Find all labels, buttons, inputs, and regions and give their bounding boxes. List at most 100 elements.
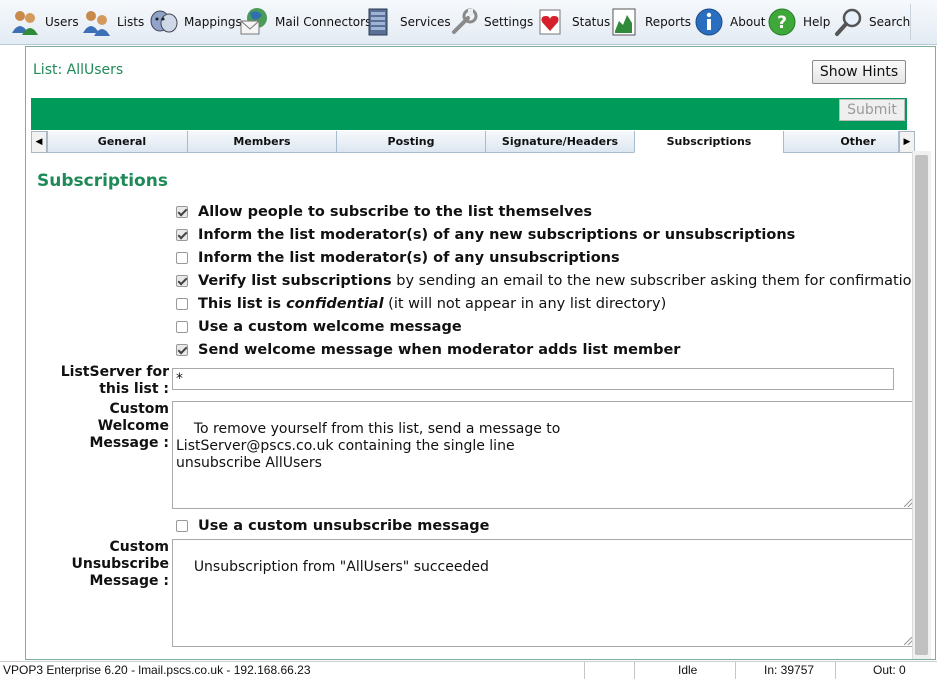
option-confidential: This list is confidential (it will not a… <box>176 294 666 314</box>
verify-checkbox[interactable] <box>176 275 188 287</box>
toolbar-label: Mappings <box>184 15 242 29</box>
mappings-icon <box>149 7 179 37</box>
option-label: Use a custom unsubscribe message <box>198 518 490 534</box>
svg-text:?: ? <box>777 13 787 33</box>
status-state: Idle <box>678 663 698 677</box>
toolbar-label: Status <box>572 15 611 29</box>
unsubscribe-message-textarea[interactable]: Unsubscription from "AllUsers" succeeded <box>172 539 914 647</box>
users-icon <box>10 7 40 37</box>
toolbar-users-button[interactable]: Users <box>10 4 79 40</box>
show-hints-button[interactable]: Show Hints <box>812 60 906 84</box>
toolbar-status-button[interactable]: Status <box>537 4 610 40</box>
option-label-italic: confidential <box>286 296 384 312</box>
tab-subscriptions[interactable]: Subscriptions <box>634 131 784 153</box>
tab-label: Subscriptions <box>666 135 752 148</box>
toolbar-help-button[interactable]: ? Help <box>768 4 830 40</box>
submit-button[interactable]: Submit <box>839 99 905 121</box>
status-divider <box>584 662 585 679</box>
send-welcome-checkbox[interactable] <box>176 344 188 356</box>
toolbar-reports-button[interactable]: Reports <box>610 4 691 40</box>
mail-connectors-icon <box>240 7 270 37</box>
resize-grip-icon[interactable] <box>904 499 912 507</box>
label-line: Message : <box>89 573 169 589</box>
label-line: Custom <box>109 401 169 417</box>
toolbar-label: Mail Connectors <box>275 15 372 29</box>
status-divider <box>634 662 635 679</box>
inform-unsub-checkbox[interactable] <box>176 252 188 264</box>
action-bar <box>31 98 907 130</box>
welcome-message-textarea[interactable]: To remove yourself from this list, send … <box>172 401 914 509</box>
tab-signature-headers[interactable]: Signature/Headers <box>485 131 635 153</box>
textarea-text: Unsubscription from "AllUsers" succeeded <box>193 559 489 575</box>
tab-label: Signature/Headers <box>501 135 619 148</box>
toolbar-label: Reports <box>645 15 692 29</box>
toolbar-label: Settings <box>484 15 534 29</box>
label-line: ListServer for <box>60 364 169 380</box>
list-title: List: AllUsers <box>33 62 124 78</box>
toolbar-settings-button[interactable]: Settings <box>449 4 533 40</box>
search-icon <box>834 7 864 37</box>
tab-strip: ◀ General Members Posting Signature/Head… <box>31 131 915 153</box>
option-label: Allow people to subscribe to the list th… <box>198 204 593 220</box>
option-inform-unsub: Inform the list moderator(s) of any unsu… <box>176 248 620 268</box>
toolbar-label: Help <box>803 15 831 29</box>
option-allow-subscribe: Allow people to subscribe to the list th… <box>176 202 592 222</box>
textarea-text: To remove yourself from this list, send … <box>176 421 561 471</box>
toolbar-label: Search <box>869 15 911 29</box>
option-label: Inform the list moderator(s) of any new … <box>198 227 796 243</box>
status-app-info: VPOP3 Enterprise 6.20 - lmail.pscs.co.uk… <box>3 663 311 677</box>
tab-scroll-left-button[interactable]: ◀ <box>31 131 47 153</box>
toolbar-lists-button[interactable]: Lists <box>82 4 144 40</box>
label-line: Message : <box>89 435 169 451</box>
label-line: Custom <box>109 539 169 555</box>
status-icon <box>537 7 567 37</box>
welcome-message-label: Custom Welcome Message : <box>89 401 169 452</box>
tab-general[interactable]: General <box>47 131 197 153</box>
option-label: Use a custom welcome message <box>198 319 462 335</box>
scrollbar-thumb[interactable] <box>915 155 928 655</box>
toolbar-mappings-button[interactable]: Mappings <box>149 4 242 40</box>
about-icon <box>695 7 725 37</box>
tab-posting[interactable]: Posting <box>336 131 486 153</box>
allow-subscribe-checkbox[interactable] <box>176 206 188 218</box>
listserver-input[interactable] <box>172 368 894 390</box>
lists-icon <box>82 7 112 37</box>
option-label-rest: (it will not appear in any list director… <box>383 296 667 312</box>
toolbar-about-button[interactable]: About <box>695 4 765 40</box>
custom-unsub-checkbox[interactable] <box>176 520 188 532</box>
inform-new-checkbox[interactable] <box>176 229 188 241</box>
tab-scroll-right-button[interactable]: ▶ <box>899 131 915 153</box>
status-out-count: Out: 0 <box>873 663 906 677</box>
option-send-welcome: Send welcome message when moderator adds… <box>176 340 680 360</box>
toolbar-mail-connectors-button[interactable]: Mail Connectors <box>240 4 371 40</box>
toolbar-separator <box>910 4 911 40</box>
toolbar-search-button[interactable]: Search <box>834 4 910 40</box>
label-line: this list : <box>99 381 169 397</box>
custom-welcome-checkbox[interactable] <box>176 321 188 333</box>
help-icon: ? <box>768 7 798 37</box>
toolbar-label: Users <box>45 15 79 29</box>
section-title: Subscriptions <box>37 171 168 191</box>
option-label: Inform the list moderator(s) of any unsu… <box>198 250 620 266</box>
tab-members[interactable]: Members <box>187 131 337 153</box>
list-settings-panel: List: AllUsers Show Hints Submit ◀ Gener… <box>25 46 936 660</box>
status-divider <box>835 662 836 679</box>
tab-other[interactable]: Other <box>783 131 899 153</box>
option-custom-unsub: Use a custom unsubscribe message <box>176 516 490 536</box>
confidential-checkbox[interactable] <box>176 298 188 310</box>
option-verify: Verify list subscriptions by sending an … <box>176 271 921 291</box>
toolbar-label: Lists <box>117 15 145 29</box>
toolbar-label: Services <box>400 15 451 29</box>
tab-label: General <box>97 135 147 148</box>
option-inform-new: Inform the list moderator(s) of any new … <box>176 225 795 245</box>
tab-label: Members <box>233 135 291 148</box>
resize-grip-icon[interactable] <box>904 637 912 645</box>
status-in-count: In: 39757 <box>764 663 815 677</box>
option-label-bold: This list is <box>198 296 287 312</box>
listserver-label: ListServer for this list : <box>61 364 169 398</box>
toolbar-services-button[interactable]: Services <box>365 4 451 40</box>
services-icon <box>365 7 395 37</box>
main-toolbar: Users Lists Mappings Mail Connectors Ser… <box>0 0 937 45</box>
vertical-scrollbar[interactable] <box>912 151 931 659</box>
option-custom-welcome: Use a custom welcome message <box>176 317 462 337</box>
